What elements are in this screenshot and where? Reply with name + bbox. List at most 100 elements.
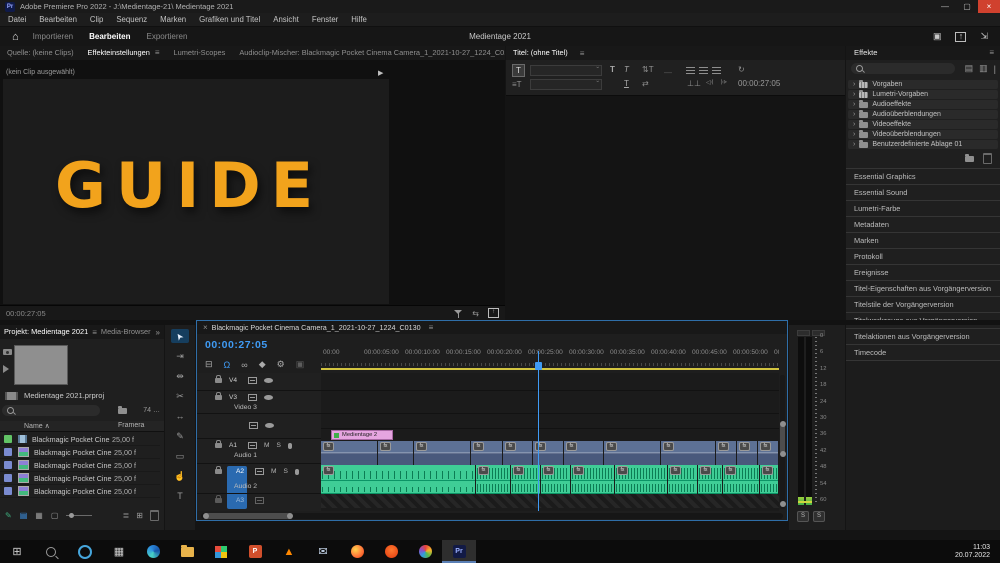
audio-clip[interactable]: fx bbox=[698, 465, 722, 481]
zoom-handle-left[interactable] bbox=[203, 513, 209, 519]
mute-button[interactable]: M bbox=[271, 468, 277, 475]
audio-clip[interactable]: fx bbox=[723, 465, 759, 481]
kerning-icon[interactable]: ⇄ bbox=[642, 79, 649, 88]
lock-icon[interactable] bbox=[215, 469, 222, 474]
clip-label-color[interactable] bbox=[4, 474, 12, 482]
video-clip-lower[interactable] bbox=[661, 453, 715, 465]
app-icon-firefox[interactable] bbox=[340, 540, 374, 563]
panel-menu-icon[interactable]: ≡ bbox=[580, 49, 585, 58]
clip-label-color[interactable] bbox=[4, 448, 12, 456]
track-output-eye-icon[interactable] bbox=[264, 378, 273, 383]
app-icon-photos-tile[interactable] bbox=[204, 540, 238, 563]
type-tool[interactable]: T bbox=[171, 489, 189, 503]
audio-clip[interactable] bbox=[615, 481, 667, 494]
delete-icon[interactable] bbox=[150, 510, 159, 521]
align-right-icon[interactable] bbox=[712, 67, 721, 74]
effects-folder-videoeffekte[interactable]: ›Videoeffekte bbox=[848, 120, 998, 129]
panel-tab-essential-sound[interactable]: Essential Sound bbox=[846, 184, 1000, 200]
app-icon-vlc[interactable]: ▲ bbox=[272, 540, 306, 563]
slip-tool[interactable]: ↔ bbox=[171, 409, 189, 423]
sync-lock-icon[interactable] bbox=[255, 468, 264, 475]
sync-lock-icon[interactable] bbox=[248, 394, 257, 401]
audio-clip[interactable]: fx bbox=[571, 465, 614, 481]
panel-tab-lumetri-scopes[interactable]: Lumetri-Scopes bbox=[167, 46, 233, 60]
audio-clip[interactable]: fx bbox=[476, 465, 510, 481]
audio-clip[interactable]: fx bbox=[668, 465, 697, 481]
horizontal-scrollbar[interactable] bbox=[201, 513, 783, 519]
vertical-scrollbar[interactable] bbox=[780, 375, 785, 509]
effects-folder-benutzerdefinierte-ablage-01[interactable]: ›Benutzerdefinierte Ablage 01 bbox=[848, 140, 998, 149]
voiceover-mic-icon[interactable] bbox=[288, 443, 292, 449]
nest-sequence-icon[interactable]: ⊟ bbox=[205, 359, 213, 370]
video-clip-lower[interactable] bbox=[414, 453, 470, 465]
workspace-tab-exportieren[interactable]: Exportieren bbox=[146, 32, 187, 41]
audio-clip[interactable]: fx bbox=[541, 465, 570, 481]
panel-tab-titel-eigenschaften-aus-vorgängerversion[interactable]: Titel-Eigenschaften aus Vorgängerversion bbox=[846, 280, 1000, 296]
video-clip-lower[interactable] bbox=[758, 453, 778, 465]
ripple-edit-tool[interactable]: ⇹ bbox=[171, 369, 189, 383]
caption-track-icon[interactable]: ▣ bbox=[296, 359, 305, 370]
app-icon-task-view[interactable]: ▦ bbox=[102, 540, 136, 563]
panel-tab-audioclip-mischer-blackmagic-pocket-cinema-camera-1-2021-10-27-1224-c0130[interactable]: Audioclip-Mischer: Blackmagic Pocket Cin… bbox=[232, 46, 505, 60]
project-item-row[interactable]: Blackmagic Pocket Cine25,00 f bbox=[0, 459, 160, 472]
panel-tab-timecode[interactable]: Timecode bbox=[846, 344, 1000, 360]
audio-clip[interactable] bbox=[321, 481, 475, 494]
app-icon-cortana[interactable] bbox=[68, 540, 102, 563]
writable-pencil-icon[interactable]: ✎ bbox=[5, 511, 12, 520]
menu-grafiken-und-titel[interactable]: Grafiken und Titel bbox=[199, 15, 260, 24]
minimize-button[interactable]: — bbox=[934, 0, 956, 13]
audio-clip[interactable]: fx bbox=[760, 465, 778, 481]
new-custom-bin-icon[interactable] bbox=[965, 156, 974, 162]
app-icon-edge[interactable] bbox=[136, 540, 170, 563]
panel-tab-ereignisse[interactable]: Ereignisse bbox=[846, 264, 1000, 280]
sync-lock-icon[interactable] bbox=[248, 377, 257, 384]
overflow-chevron-icon[interactable]: » bbox=[156, 328, 164, 337]
font-size-icon[interactable]: ⇅T bbox=[642, 65, 654, 74]
tab-stops-icon[interactable]: ⊥⊥ bbox=[687, 79, 701, 88]
32bit-effects-icon[interactable]: ▥ bbox=[979, 63, 988, 74]
title-clip[interactable]: Medientage 2 bbox=[331, 430, 393, 440]
workspace-tab-importieren[interactable]: Importieren bbox=[33, 32, 73, 41]
panel-tab-essential-graphics[interactable]: Essential Graphics bbox=[846, 168, 1000, 184]
audio-clip[interactable] bbox=[571, 481, 614, 494]
playhead-timecode[interactable]: 00:00:27:05 bbox=[205, 339, 268, 351]
panel-menu-icon[interactable]: ≡ bbox=[989, 46, 994, 60]
menu-sequenz[interactable]: Sequenz bbox=[116, 15, 147, 24]
lock-icon[interactable] bbox=[215, 498, 222, 503]
video-clip[interactable]: fx bbox=[716, 441, 736, 453]
project-search-input[interactable] bbox=[2, 405, 100, 416]
poster-frame-icon[interactable] bbox=[3, 349, 12, 355]
list-view-icon[interactable]: ▤ bbox=[20, 511, 28, 520]
track-height-handle[interactable] bbox=[780, 501, 786, 507]
app-icon-photos[interactable] bbox=[408, 540, 442, 563]
razor-tool[interactable]: ✂ bbox=[171, 389, 189, 403]
track-output-eye-icon[interactable] bbox=[264, 395, 273, 400]
video-clip[interactable]: fx bbox=[378, 441, 413, 453]
solo-right-button[interactable]: S bbox=[813, 511, 825, 522]
video-clip[interactable]: fx bbox=[414, 441, 470, 453]
project-item-row[interactable]: Blackmagic Pocket Cine25,00 f bbox=[0, 485, 160, 498]
audio-before-icon[interactable]: ◁﴾ bbox=[706, 79, 714, 86]
close-button[interactable]: × bbox=[978, 0, 1000, 13]
panel-menu-icon[interactable]: ≡ bbox=[155, 48, 160, 57]
solo-button[interactable]: S bbox=[284, 468, 288, 475]
faux-bold-icon[interactable]: T bbox=[610, 65, 615, 74]
zoom-handle-right[interactable] bbox=[287, 513, 293, 519]
panel-tab-lumetri-farbe[interactable]: Lumetri-Farbe bbox=[846, 200, 1000, 216]
maximize-button[interactable]: ▢ bbox=[956, 0, 978, 13]
app-icon-premiere-pro[interactable]: Pr bbox=[442, 540, 476, 563]
menu-ansicht[interactable]: Ansicht bbox=[273, 15, 299, 24]
close-icon[interactable]: × bbox=[203, 323, 208, 332]
sequence-tab[interactable]: Blackmagic Pocket Cinema Camera_1_2021-1… bbox=[212, 323, 421, 332]
align-left-icon[interactable] bbox=[686, 67, 695, 74]
column-name[interactable]: Name ∧ bbox=[24, 422, 50, 430]
audio-clip[interactable] bbox=[511, 481, 540, 494]
menu-marken[interactable]: Marken bbox=[160, 15, 186, 24]
quick-export-icon[interactable]: ↑ bbox=[955, 32, 966, 42]
mute-button[interactable]: M bbox=[264, 442, 270, 449]
video-clip-lower[interactable] bbox=[716, 453, 736, 465]
automate-to-sequence-icon[interactable]: ≣ bbox=[123, 511, 130, 520]
menu-bearbeiten[interactable]: Bearbeiten bbox=[39, 15, 77, 24]
panel-tab-titelaktionen-aus-vorgängerversion[interactable]: Titelaktionen aus Vorgängerversion bbox=[846, 328, 1000, 344]
play-arrow-icon[interactable]: ▶ bbox=[378, 69, 383, 77]
